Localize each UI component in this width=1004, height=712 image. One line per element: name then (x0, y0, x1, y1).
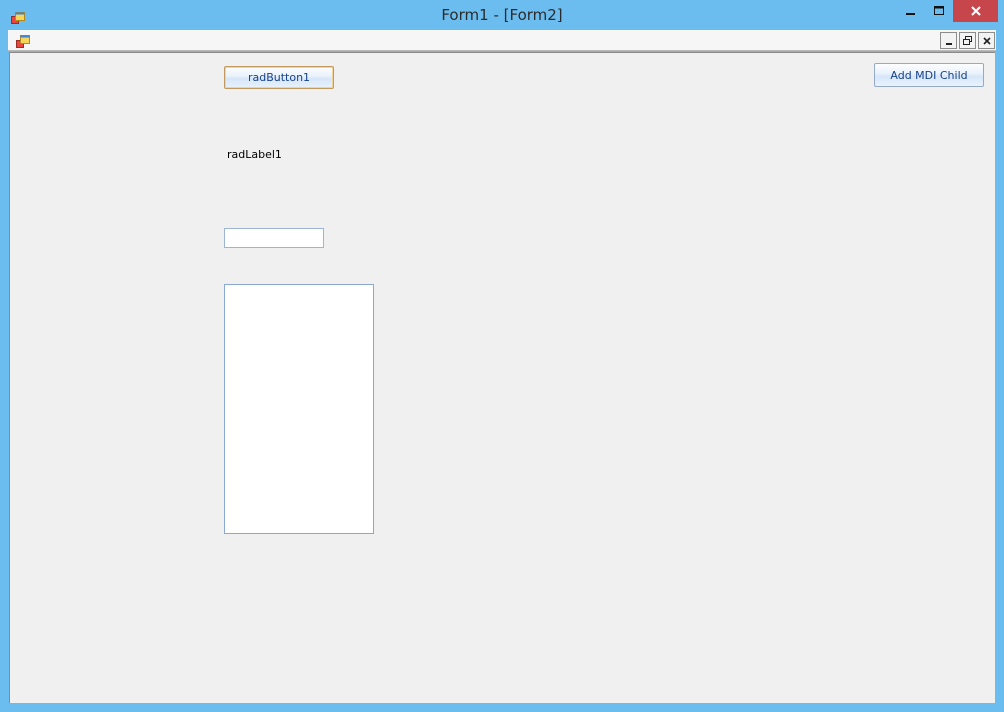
maximize-icon (933, 6, 944, 15)
mdi-child-form-icon[interactable] (16, 33, 30, 48)
rad-textbox[interactable] (224, 228, 324, 248)
mdi-close-icon (982, 36, 991, 45)
mdi-client-area (9, 52, 995, 703)
title-bar[interactable]: Form1 - [Form2] (0, 0, 1004, 30)
add-mdi-child-button[interactable]: Add MDI Child (874, 63, 984, 87)
rad-label-1: radLabel1 (227, 148, 282, 161)
rad-button-1[interactable]: radButton1 (224, 66, 334, 89)
mdi-minimize-button[interactable] (940, 32, 957, 49)
minimize-icon (906, 13, 915, 15)
close-icon (970, 6, 981, 16)
maximize-button[interactable] (924, 0, 954, 22)
mdi-close-button[interactable] (978, 32, 995, 49)
mdi-restore-icon (963, 36, 972, 45)
mdi-restore-button[interactable] (959, 32, 976, 49)
main-window: Form1 - [Form2] radButton1 Add MDI Child… (0, 0, 1004, 712)
close-button[interactable] (953, 0, 998, 22)
window-title: Form1 - [Form2] (441, 6, 563, 24)
minimize-button[interactable] (896, 0, 926, 22)
mdi-minimize-icon (945, 42, 952, 45)
rad-listbox[interactable] (224, 284, 374, 534)
mdi-menu-strip (8, 30, 996, 51)
